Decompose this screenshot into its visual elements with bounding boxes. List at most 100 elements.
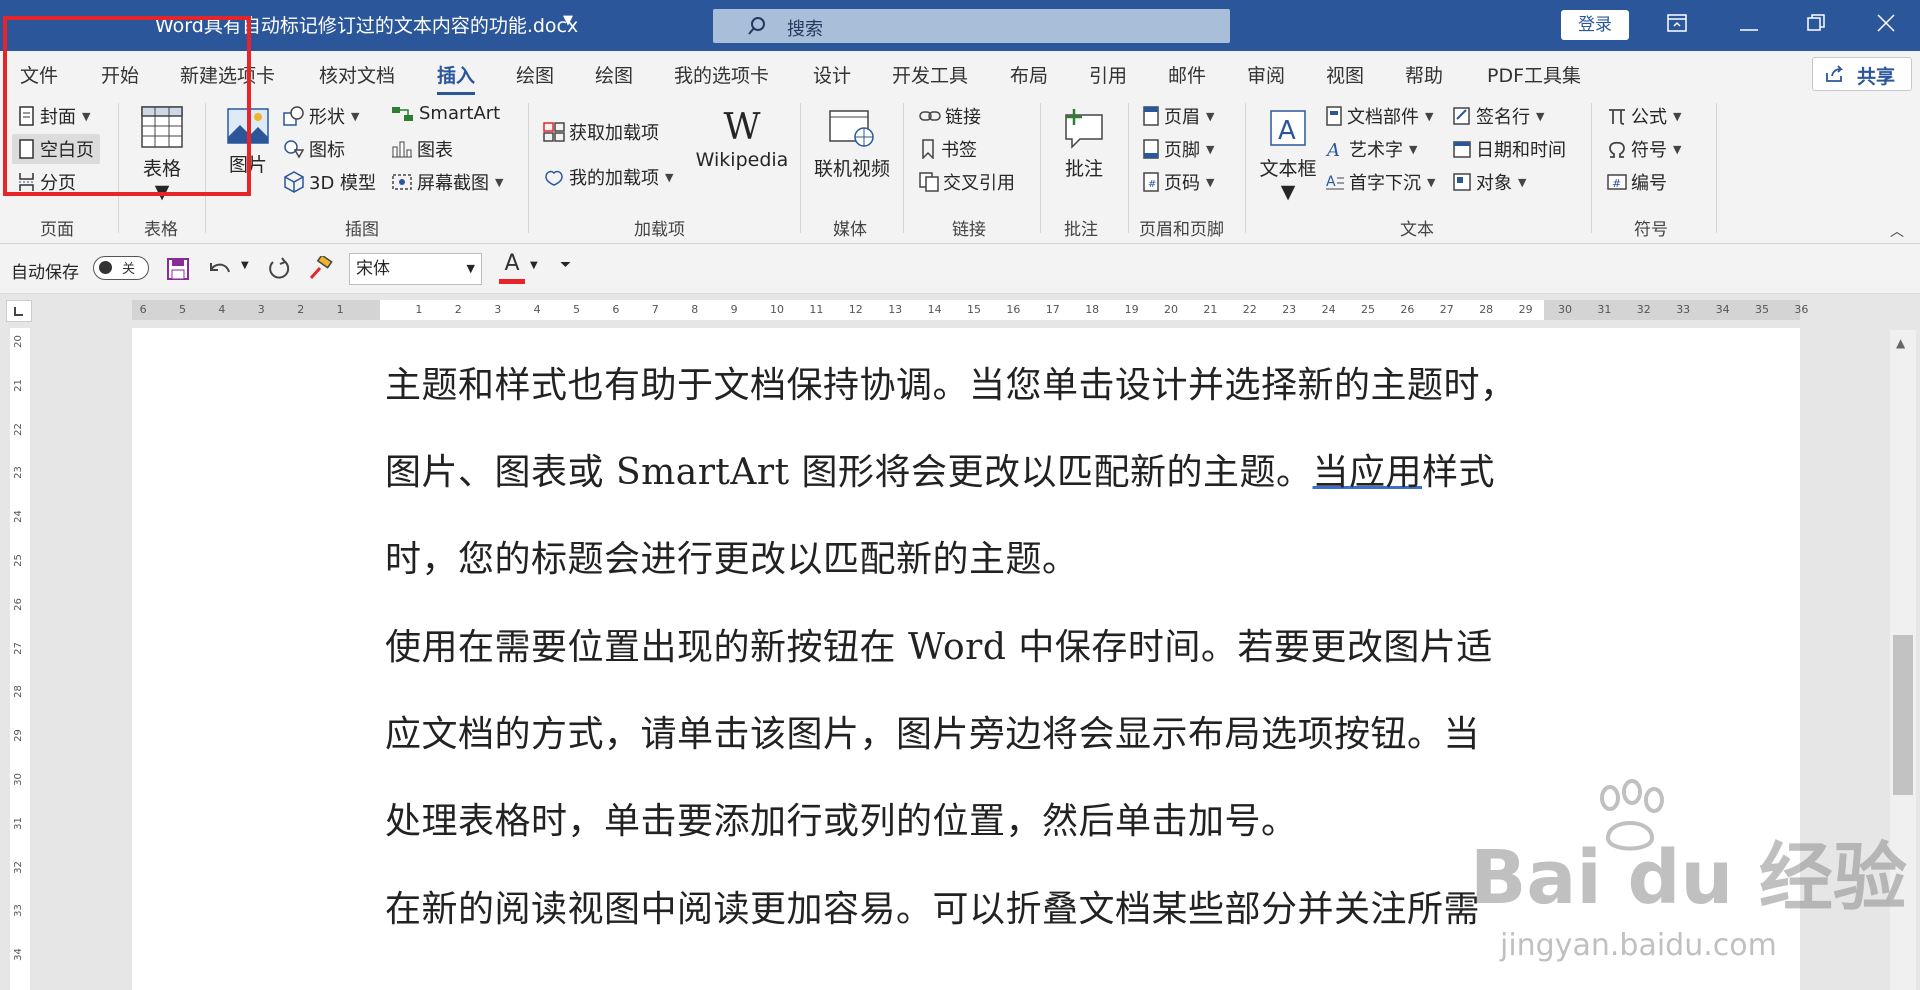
font-name-select[interactable]: 宋体 ▼ <box>349 253 482 285</box>
get-addins-button[interactable]: 获取加载项 <box>543 119 659 145</box>
tab-draw-1[interactable]: 绘图 <box>516 61 554 88</box>
autosave-toggle[interactable]: 关 <box>93 256 149 280</box>
bookmark-button[interactable]: 书签 <box>919 136 977 162</box>
cross-reference-button[interactable]: 交叉引用 <box>919 169 1015 195</box>
dropcap-icon: A <box>1326 174 1344 190</box>
redo-icon[interactable] <box>265 257 291 283</box>
shapes-button[interactable]: 形状 ▼ <box>283 103 359 129</box>
text-line: 时，您的标题会进行更改以匹配新的主题。 <box>385 539 1079 580</box>
chevron-down-icon: ▼ <box>495 175 504 189</box>
tab-help[interactable]: 帮助 <box>1405 61 1443 88</box>
chevron-down-icon[interactable]: ▼ <box>241 260 249 271</box>
restore-icon[interactable] <box>1796 8 1836 42</box>
share-button[interactable]: 共享 <box>1812 57 1912 91</box>
font-color-button[interactable]: A <box>497 251 527 285</box>
tab-review-doc[interactable]: 核对文档 <box>319 61 395 88</box>
store-icon <box>543 122 565 142</box>
login-button[interactable]: 登录 <box>1561 10 1629 40</box>
tab-references[interactable]: 引用 <box>1089 61 1127 88</box>
calendar-icon <box>1453 141 1471 158</box>
header-button[interactable]: 页眉 ▼ <box>1142 103 1214 129</box>
ruler-number: 9 <box>730 303 738 316</box>
group-label-media: 媒体 <box>833 220 867 240</box>
footer-icon <box>1143 139 1159 159</box>
page-number-button[interactable]: # 页码 ▼ <box>1142 169 1214 195</box>
group-separator <box>528 103 529 233</box>
undo-icon[interactable] <box>207 257 233 281</box>
equation-label: 公式 <box>1631 107 1667 128</box>
collapse-ribbon-icon[interactable]: ︿ <box>1890 221 1904 241</box>
symbol-button[interactable]: 符号 ▼ <box>1607 136 1681 162</box>
new-comment-button[interactable]: 批注 <box>1055 107 1113 181</box>
ruler-number: 1 <box>336 303 344 316</box>
chevron-down-icon: ▼ <box>1206 109 1215 123</box>
tab-selector[interactable] <box>6 300 32 322</box>
save-icon[interactable] <box>166 257 190 281</box>
tab-pdf[interactable]: PDF工具集 <box>1487 61 1581 88</box>
object-button[interactable]: 对象 ▼ <box>1452 169 1526 195</box>
ruler-number: 33 <box>1676 303 1691 316</box>
bookmark-icon <box>922 139 934 159</box>
chevron-down-icon: ▼ <box>1425 109 1434 123</box>
wikipedia-button[interactable]: W Wikipedia <box>692 107 792 171</box>
ruler-number: 28 <box>1479 303 1494 316</box>
ruler-number: 17 <box>1045 303 1060 316</box>
wordart-button[interactable]: A 艺术字 ▼ <box>1325 136 1417 162</box>
font-color-swatch <box>499 279 525 284</box>
online-video-icon <box>829 110 874 147</box>
tab-my-tab[interactable]: 我的选项卡 <box>674 61 769 88</box>
tab-design[interactable]: 设计 <box>813 61 851 88</box>
close-icon[interactable] <box>1866 8 1906 42</box>
vertical-ruler-number: 21 <box>12 378 24 392</box>
icons-label: 图标 <box>309 140 345 161</box>
footer-button[interactable]: 页脚 ▼ <box>1142 136 1214 162</box>
textbox-icon: A <box>1270 110 1306 146</box>
format-painter-icon[interactable] <box>307 256 333 282</box>
search-box[interactable]: 搜索 <box>713 9 1230 43</box>
svg-text:A: A <box>1325 140 1340 159</box>
chevron-down-icon: ▼ <box>1536 109 1545 123</box>
dropcap-label: 首字下沉 <box>1349 173 1421 194</box>
tab-mailings[interactable]: 邮件 <box>1168 61 1206 88</box>
3d-model-button[interactable]: 3D 模型 <box>283 169 376 195</box>
cross-reference-label: 交叉引用 <box>943 173 1015 194</box>
ruler-number: 27 <box>1439 303 1454 316</box>
screenshot-button[interactable]: 屏幕截图 ▼ <box>391 169 503 195</box>
ruler-number: 29 <box>1518 303 1533 316</box>
3d-model-label: 3D 模型 <box>309 173 377 194</box>
online-video-label: 联机视频 <box>813 158 890 180</box>
group-separator <box>1716 103 1717 233</box>
date-time-button[interactable]: 日期和时间 <box>1452 136 1566 162</box>
tab-draw-2[interactable]: 绘图 <box>595 61 633 88</box>
link-button[interactable]: 链接 <box>919 103 981 129</box>
textbox-button[interactable]: A 文本框 ▼ <box>1258 107 1318 203</box>
screenshot-icon <box>392 174 412 190</box>
ruler-number: 2 <box>454 303 462 316</box>
search-icon <box>748 17 765 35</box>
online-video-button[interactable]: 联机视频 <box>812 107 892 181</box>
ruler-number: 32 <box>1636 303 1651 316</box>
scrollbar-thumb[interactable] <box>1893 635 1913 795</box>
minimize-icon[interactable] <box>1729 8 1769 42</box>
tab-layout[interactable]: 布局 <box>1010 61 1048 88</box>
tab-review[interactable]: 审阅 <box>1247 61 1285 88</box>
chevron-down-icon[interactable]: ▼ <box>530 260 538 271</box>
scroll-up-icon[interactable]: ▲ <box>1896 336 1905 350</box>
tab-view[interactable]: 视图 <box>1326 61 1364 88</box>
my-addins-button[interactable]: 我的加载项 ▼ <box>543 164 673 190</box>
dropcap-button[interactable]: A 首字下沉 ▼ <box>1325 169 1435 195</box>
chart-button[interactable]: 图表 <box>391 136 453 162</box>
ribbon-display-options-icon[interactable] <box>1657 8 1697 42</box>
quick-parts-button[interactable]: 文档部件 ▼ <box>1325 103 1433 129</box>
icons-button[interactable]: 图标 <box>283 136 345 162</box>
equation-button[interactable]: 公式 ▼ <box>1607 103 1681 129</box>
signature-line-button[interactable]: 签名行 ▼ <box>1452 103 1544 129</box>
chevron-down-icon[interactable]: ▼ <box>563 13 573 28</box>
tab-insert[interactable]: 插入 <box>437 61 476 95</box>
vertical-ruler-number: 31 <box>12 816 24 830</box>
number-button[interactable]: # 编号 <box>1607 169 1667 195</box>
tab-developer[interactable]: 开发工具 <box>892 61 968 88</box>
smartart-button[interactable]: SmartArt <box>391 103 500 124</box>
customize-toolbar-icon[interactable]: ⏷ <box>560 257 571 273</box>
vertical-ruler-number: 26 <box>12 597 24 611</box>
